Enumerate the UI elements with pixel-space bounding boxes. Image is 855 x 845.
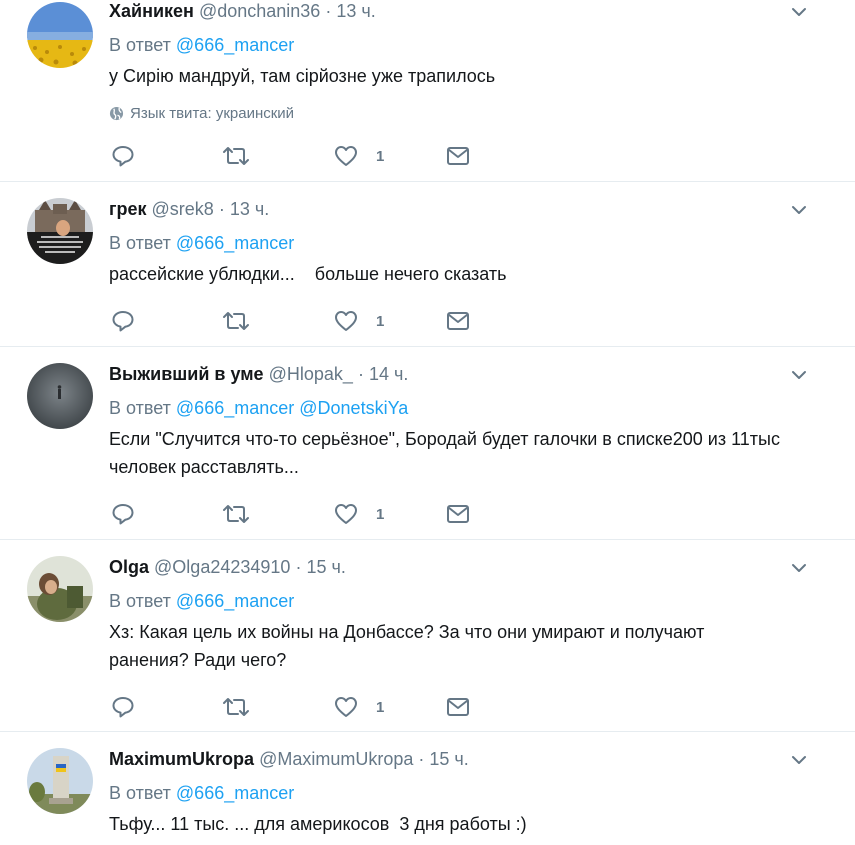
mention-link[interactable]: @DonetskiYa: [299, 398, 408, 418]
retweet-button[interactable]: [222, 310, 334, 332]
reply-context: В ответ @666_mancer: [109, 232, 785, 254]
avatar[interactable]: [27, 556, 93, 622]
mention-link[interactable]: @666_mancer: [176, 233, 294, 253]
envelope-icon: [447, 505, 469, 523]
chevron-down-icon[interactable]: [790, 366, 808, 384]
heart-icon: [335, 146, 357, 166]
separator: ·: [357, 364, 364, 384]
heart-icon: [335, 697, 357, 717]
like-button[interactable]: 1: [334, 310, 446, 332]
retweet-icon: [223, 505, 249, 523]
avatar[interactable]: [27, 2, 93, 68]
tweet-actions: 1: [111, 696, 470, 718]
reply-button[interactable]: [111, 696, 222, 718]
reply-icon: [112, 504, 134, 525]
language-label: Язык твита: украинский: [130, 105, 295, 122]
like-count: 1: [376, 147, 385, 165]
envelope-icon: [447, 698, 469, 716]
avatar[interactable]: [27, 748, 93, 814]
reply-prefix: В ответ: [109, 35, 171, 55]
tweet-actions: 1: [111, 503, 470, 525]
like-button[interactable]: 1: [334, 696, 446, 718]
tweet-text: Если "Случится что-то серьёзное", Борода…: [109, 429, 785, 477]
author-handle[interactable]: @srek8: [152, 199, 214, 219]
author-handle[interactable]: @donchanin36: [199, 1, 320, 21]
timestamp[interactable]: 15 ч.: [429, 749, 468, 769]
tweet-text: рассейские ублюдки... больше нечего сказ…: [109, 264, 507, 284]
tweet: MaximumUkropa @MaximumUkropa · 15 ч. В о…: [0, 732, 855, 845]
like-count: 1: [376, 698, 385, 716]
author-name[interactable]: Olga: [109, 557, 149, 577]
heart-icon: [335, 311, 357, 331]
direct-message-button[interactable]: [446, 696, 470, 718]
retweet-button[interactable]: [222, 696, 334, 718]
tweet-text: Тьфу... 11 тыс. ... для америкосов 3 дня…: [109, 814, 527, 834]
author-name[interactable]: MaximumUkropa: [109, 749, 254, 769]
timestamp[interactable]: 13 ч.: [230, 199, 269, 219]
retweet-icon: [223, 147, 249, 165]
reply-prefix: В ответ: [109, 398, 171, 418]
tweet-actions: 1: [111, 310, 470, 332]
chevron-down-icon[interactable]: [790, 201, 808, 219]
like-count: 1: [376, 505, 385, 523]
separator: ·: [418, 749, 425, 769]
reply-icon: [112, 697, 134, 718]
like-button[interactable]: 1: [334, 503, 446, 525]
author-handle[interactable]: @Olga24234910: [154, 557, 290, 577]
envelope-icon: [447, 147, 469, 165]
tweet: Olga @Olga24234910 · 15 ч. В ответ @666_…: [0, 540, 855, 732]
chevron-down-icon[interactable]: [790, 751, 808, 769]
tweet-actions: 1: [111, 145, 470, 167]
globe-icon: [109, 106, 124, 121]
avatar[interactable]: [27, 363, 93, 429]
reply-button[interactable]: [111, 145, 222, 167]
reply-context: В ответ @666_mancer: [109, 782, 785, 804]
timestamp[interactable]: 15 ч.: [306, 557, 345, 577]
reply-context: В ответ @666_mancer: [109, 590, 785, 612]
tweet-text: Хз: Какая цель их войны на Донбассе? За …: [109, 622, 710, 670]
reply-icon: [112, 311, 134, 332]
reply-icon: [112, 146, 134, 167]
retweet-button[interactable]: [222, 503, 334, 525]
retweet-icon: [223, 312, 249, 330]
author-name[interactable]: грек: [109, 199, 147, 219]
mention-link[interactable]: @666_mancer: [176, 783, 294, 803]
author-handle[interactable]: @Hlopak_: [269, 364, 353, 384]
reply-prefix: В ответ: [109, 233, 171, 253]
reply-button[interactable]: [111, 503, 222, 525]
avatar[interactable]: [27, 198, 93, 264]
like-count: 1: [376, 312, 385, 330]
reply-button[interactable]: [111, 310, 222, 332]
tweet-text: у Сирію мандруй, там сірйозне уже трапил…: [109, 66, 496, 86]
reply-context: В ответ @666_mancer @DonetskiYa: [109, 397, 785, 419]
mention-link[interactable]: @666_mancer: [176, 591, 294, 611]
separator: ·: [325, 1, 332, 21]
chevron-down-icon[interactable]: [790, 3, 808, 21]
envelope-icon: [447, 312, 469, 330]
separator: ·: [295, 557, 302, 577]
reply-prefix: В ответ: [109, 783, 171, 803]
separator: ·: [218, 199, 225, 219]
tweet: Выживший в уме @Hlopak_ · 14 ч. В ответ …: [0, 347, 855, 540]
direct-message-button[interactable]: [446, 310, 470, 332]
like-button[interactable]: 1: [334, 145, 446, 167]
chevron-down-icon[interactable]: [790, 559, 808, 577]
tweet: Хайникен @donchanin36 · 13 ч. В ответ @6…: [0, 0, 855, 182]
timestamp[interactable]: 13 ч.: [336, 1, 375, 21]
mention-link[interactable]: @666_mancer: [176, 398, 294, 418]
direct-message-button[interactable]: [446, 503, 470, 525]
author-name[interactable]: Хайникен: [109, 1, 194, 21]
retweet-button[interactable]: [222, 145, 334, 167]
mention-link[interactable]: @666_mancer: [176, 35, 294, 55]
tweet-language: Язык твита: украинский: [109, 105, 785, 122]
heart-icon: [335, 504, 357, 524]
author-name[interactable]: Выживший в уме: [109, 364, 264, 384]
reply-prefix: В ответ: [109, 591, 171, 611]
timestamp[interactable]: 14 ч.: [369, 364, 408, 384]
reply-context: В ответ @666_mancer: [109, 34, 785, 56]
author-handle[interactable]: @MaximumUkropa: [259, 749, 413, 769]
direct-message-button[interactable]: [446, 145, 470, 167]
retweet-icon: [223, 698, 249, 716]
tweet: грек @srek8 · 13 ч. В ответ @666_mancer …: [0, 182, 855, 347]
